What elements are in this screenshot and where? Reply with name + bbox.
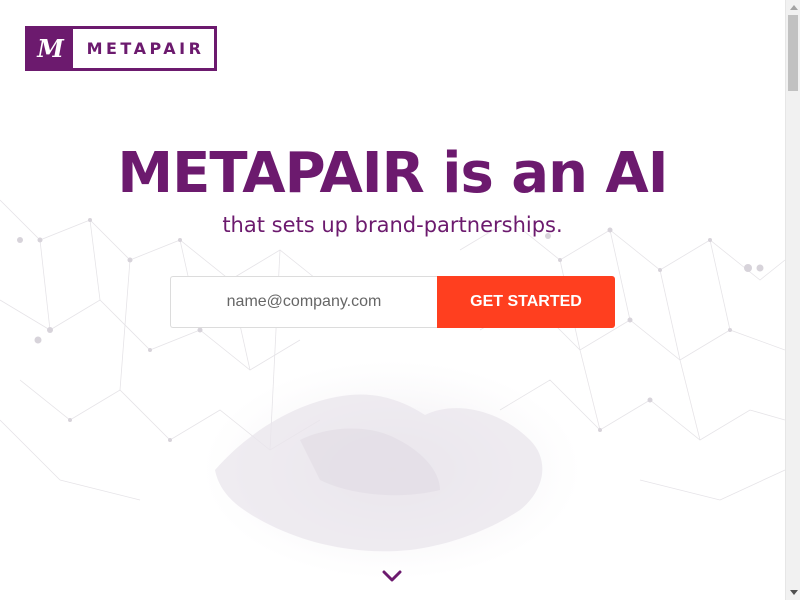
hero-title: METAPAIR is an AI: [117, 141, 668, 206]
logo-mark-icon: M: [28, 29, 73, 68]
landing-page: M METAPAIR METAPAIR is an AI that sets u…: [0, 0, 785, 600]
signup-form: GET STARTED: [170, 276, 615, 328]
email-input[interactable]: [170, 276, 437, 328]
scroll-down-arrow-icon[interactable]: [786, 585, 800, 600]
logo-wordmark: METAPAIR: [86, 39, 205, 58]
logo-mark-letter: M: [37, 33, 64, 63]
chevron-down-icon[interactable]: [381, 566, 403, 586]
page-scrollbar[interactable]: [785, 0, 800, 600]
get-started-button[interactable]: GET STARTED: [437, 276, 615, 328]
scroll-up-arrow-icon[interactable]: [786, 0, 800, 15]
metapair-logo[interactable]: M METAPAIR: [25, 26, 217, 71]
hero-subtitle: that sets up brand-partnerships.: [222, 213, 563, 237]
scrollbar-thumb[interactable]: [788, 15, 798, 91]
